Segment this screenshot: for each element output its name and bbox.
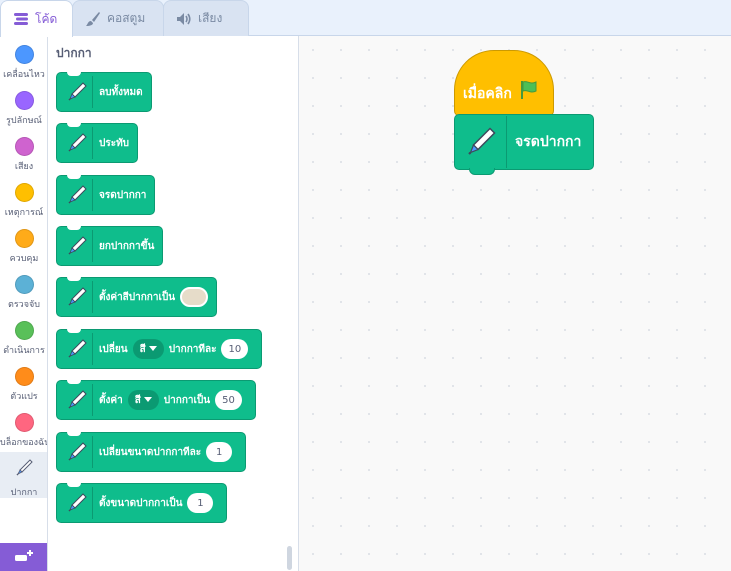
green-flag-icon — [518, 79, 540, 105]
block-label: จรดปากกา — [99, 189, 147, 201]
brush-icon — [85, 11, 101, 27]
block-label: ตั้งขนาดปากกาเป็น — [99, 497, 183, 509]
category-color-dot — [14, 413, 34, 432]
category-looks[interactable]: รูปลักษณ์ — [0, 86, 47, 132]
category-label: เหตุการณ์ — [4, 208, 44, 218]
category-pen[interactable]: ปากกา — [0, 452, 47, 498]
pen-icon — [61, 179, 93, 211]
block-label: ตั้งค่า — [99, 394, 123, 406]
block-label: ปากกาเป็น — [163, 394, 211, 406]
chevron-down-icon — [148, 344, 157, 355]
tab-costumes[interactable]: คอสตูม — [72, 0, 164, 36]
category-color-dot — [14, 91, 34, 110]
block-label: เปลี่ยน — [99, 343, 128, 355]
block-clear[interactable]: ลบทั้งหมด — [56, 72, 152, 112]
block-set-pen-param-to[interactable]: ตั้งค่า สี ปากกาเป็น 50 — [56, 380, 256, 420]
editor-tab-bar: โค้ด คอสตูม เสียง — [0, 0, 731, 37]
speaker-icon — [176, 11, 192, 27]
tab-sounds[interactable]: เสียง — [163, 0, 249, 36]
chevron-down-icon — [143, 395, 152, 406]
palette-scrollbar[interactable] — [287, 546, 292, 570]
block-stamp[interactable]: ประทับ — [56, 123, 139, 163]
category-my-blocks[interactable]: บล็อกของฉัน — [0, 408, 48, 454]
block-label: ลบทั้งหมด — [99, 86, 143, 98]
block-palette: ปากกา ลบทั้งหมด ประทับ จรดปากกา ยกปากกาข… — [48, 36, 299, 571]
pen-icon — [61, 127, 93, 159]
category-label: ตัวแปร — [10, 392, 38, 402]
block-set-pen-color-to[interactable]: ตั้งค่าสีปากกาเป็น — [56, 277, 218, 317]
block-change-pen-param-by[interactable]: เปลี่ยน สี ปากกาทีละ 10 — [56, 329, 263, 369]
number-input[interactable]: 1 — [206, 442, 233, 462]
pen-param-dropdown[interactable]: สี — [127, 390, 159, 410]
palette-section-title: ปากกา — [56, 46, 92, 60]
category-label: ตรวจจับ — [8, 300, 40, 310]
pen-icon — [455, 116, 507, 168]
category-color-dot — [14, 183, 34, 202]
pen-icon — [61, 230, 93, 262]
category-events[interactable]: เหตุการณ์ — [0, 178, 47, 224]
category-menu: เคลื่อนไหว รูปลักษณ์ เสียง เหตุการณ์ ควบ… — [0, 36, 48, 571]
pen-icon — [61, 384, 93, 416]
add-extension-button[interactable] — [0, 543, 47, 571]
hat-block-label: เมื่อคลิก — [463, 86, 512, 102]
tab-code[interactable]: โค้ด — [0, 0, 73, 37]
block-label: ยกปากกาขึ้น — [99, 240, 155, 252]
category-label: รูปลักษณ์ — [6, 116, 42, 126]
tab-costumes-label: คอสตูม — [107, 11, 146, 25]
pen-param-dropdown[interactable]: สี — [132, 339, 164, 359]
category-label: ดำเนินการ — [3, 346, 45, 356]
category-label: เสียง — [14, 162, 34, 172]
category-label: ปากกา — [10, 488, 38, 498]
code-icon — [13, 11, 29, 27]
block-pen-down[interactable]: จรดปากกา — [56, 175, 156, 215]
block-set-pen-size-to[interactable]: ตั้งขนาดปากกาเป็น 1 — [56, 483, 228, 523]
category-color-dot — [14, 229, 34, 248]
dropdown-value: สี — [134, 394, 141, 406]
pen-icon — [14, 458, 34, 482]
pen-icon — [61, 281, 93, 313]
category-label: เคลื่อนไหว — [3, 70, 45, 80]
category-sound[interactable]: เสียง — [0, 132, 47, 178]
number-input[interactable]: 10 — [221, 339, 249, 359]
block-label: ปากกาทีละ — [168, 343, 217, 355]
category-label: ควบคุม — [9, 254, 39, 264]
category-color-dot — [14, 367, 34, 386]
dropdown-value: สี — [139, 343, 146, 355]
category-operators[interactable]: ดำเนินการ — [0, 316, 47, 362]
pen-color-swatch[interactable] — [180, 287, 209, 307]
category-color-dot — [14, 275, 34, 294]
pen-icon — [61, 333, 93, 365]
number-input[interactable]: 1 — [187, 493, 214, 513]
number-input[interactable]: 50 — [215, 390, 242, 410]
category-control[interactable]: ควบคุม — [0, 224, 47, 270]
pen-down-block[interactable]: จรดปากกา — [454, 114, 594, 175]
add-extension-icon — [13, 548, 35, 567]
category-color-dot — [14, 321, 34, 340]
category-color-dot — [14, 45, 34, 64]
when-flag-clicked-block[interactable]: เมื่อคลิก — [454, 50, 554, 116]
block-label: ประทับ — [99, 137, 130, 149]
tab-sounds-label: เสียง — [198, 11, 223, 25]
category-sensing[interactable]: ตรวจจับ — [0, 270, 47, 316]
category-motion[interactable]: เคลื่อนไหว — [0, 40, 47, 86]
block-label: จรดปากกา — [515, 134, 582, 150]
pen-icon — [61, 436, 93, 468]
category-color-dot — [14, 137, 34, 156]
category-variables[interactable]: ตัวแปร — [0, 362, 47, 408]
block-pen-up[interactable]: ยกปากกาขึ้น — [56, 226, 164, 266]
pen-icon — [61, 487, 93, 519]
script-workspace[interactable]: เมื่อคลิก จรดปากกา — [299, 36, 731, 571]
block-label: เปลี่ยนขนาดปากกาทีละ — [99, 446, 202, 458]
block-label: ตั้งค่าสีปากกาเป็น — [99, 291, 176, 303]
category-label: บล็อกของฉัน — [0, 438, 48, 448]
pen-icon — [61, 76, 93, 108]
tab-code-label: โค้ด — [35, 11, 58, 26]
block-change-pen-size-by[interactable]: เปลี่ยนขนาดปากกาทีละ 1 — [56, 432, 247, 472]
